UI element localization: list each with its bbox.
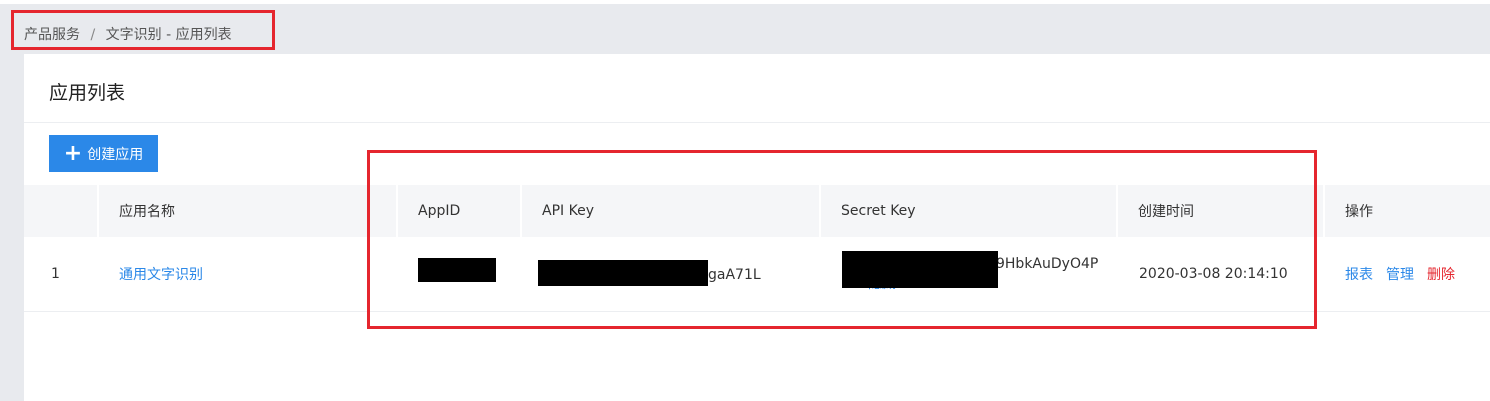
row-index: 1 [51,266,60,282]
header-index [24,185,99,237]
breadcrumb-highlight-box [11,10,275,50]
header-actions-label: 操作 [1345,204,1373,220]
left-strip [0,54,24,401]
report-link[interactable]: 报表 [1345,264,1373,284]
plus-icon: + [63,140,83,166]
title-divider [24,122,1490,123]
manage-link[interactable]: 管理 [1386,264,1414,284]
header-app-name-label: 应用名称 [119,204,175,220]
header-actions: 操作 [1325,185,1490,237]
create-app-button[interactable]: + 创建应用 [49,135,158,172]
create-app-label: 创建应用 [87,146,144,163]
app-name-link[interactable]: 通用文字识别 [119,237,203,311]
page-title: 应用列表 [49,82,126,104]
header-app-name: 应用名称 [99,185,398,237]
delete-link[interactable]: 删除 [1427,264,1455,284]
row-actions: 报表 管理 删除 [1345,237,1455,311]
keys-highlight-box [367,150,1317,329]
top-bar: 产品服务 / 文字识别 - 应用列表 [0,0,1490,54]
